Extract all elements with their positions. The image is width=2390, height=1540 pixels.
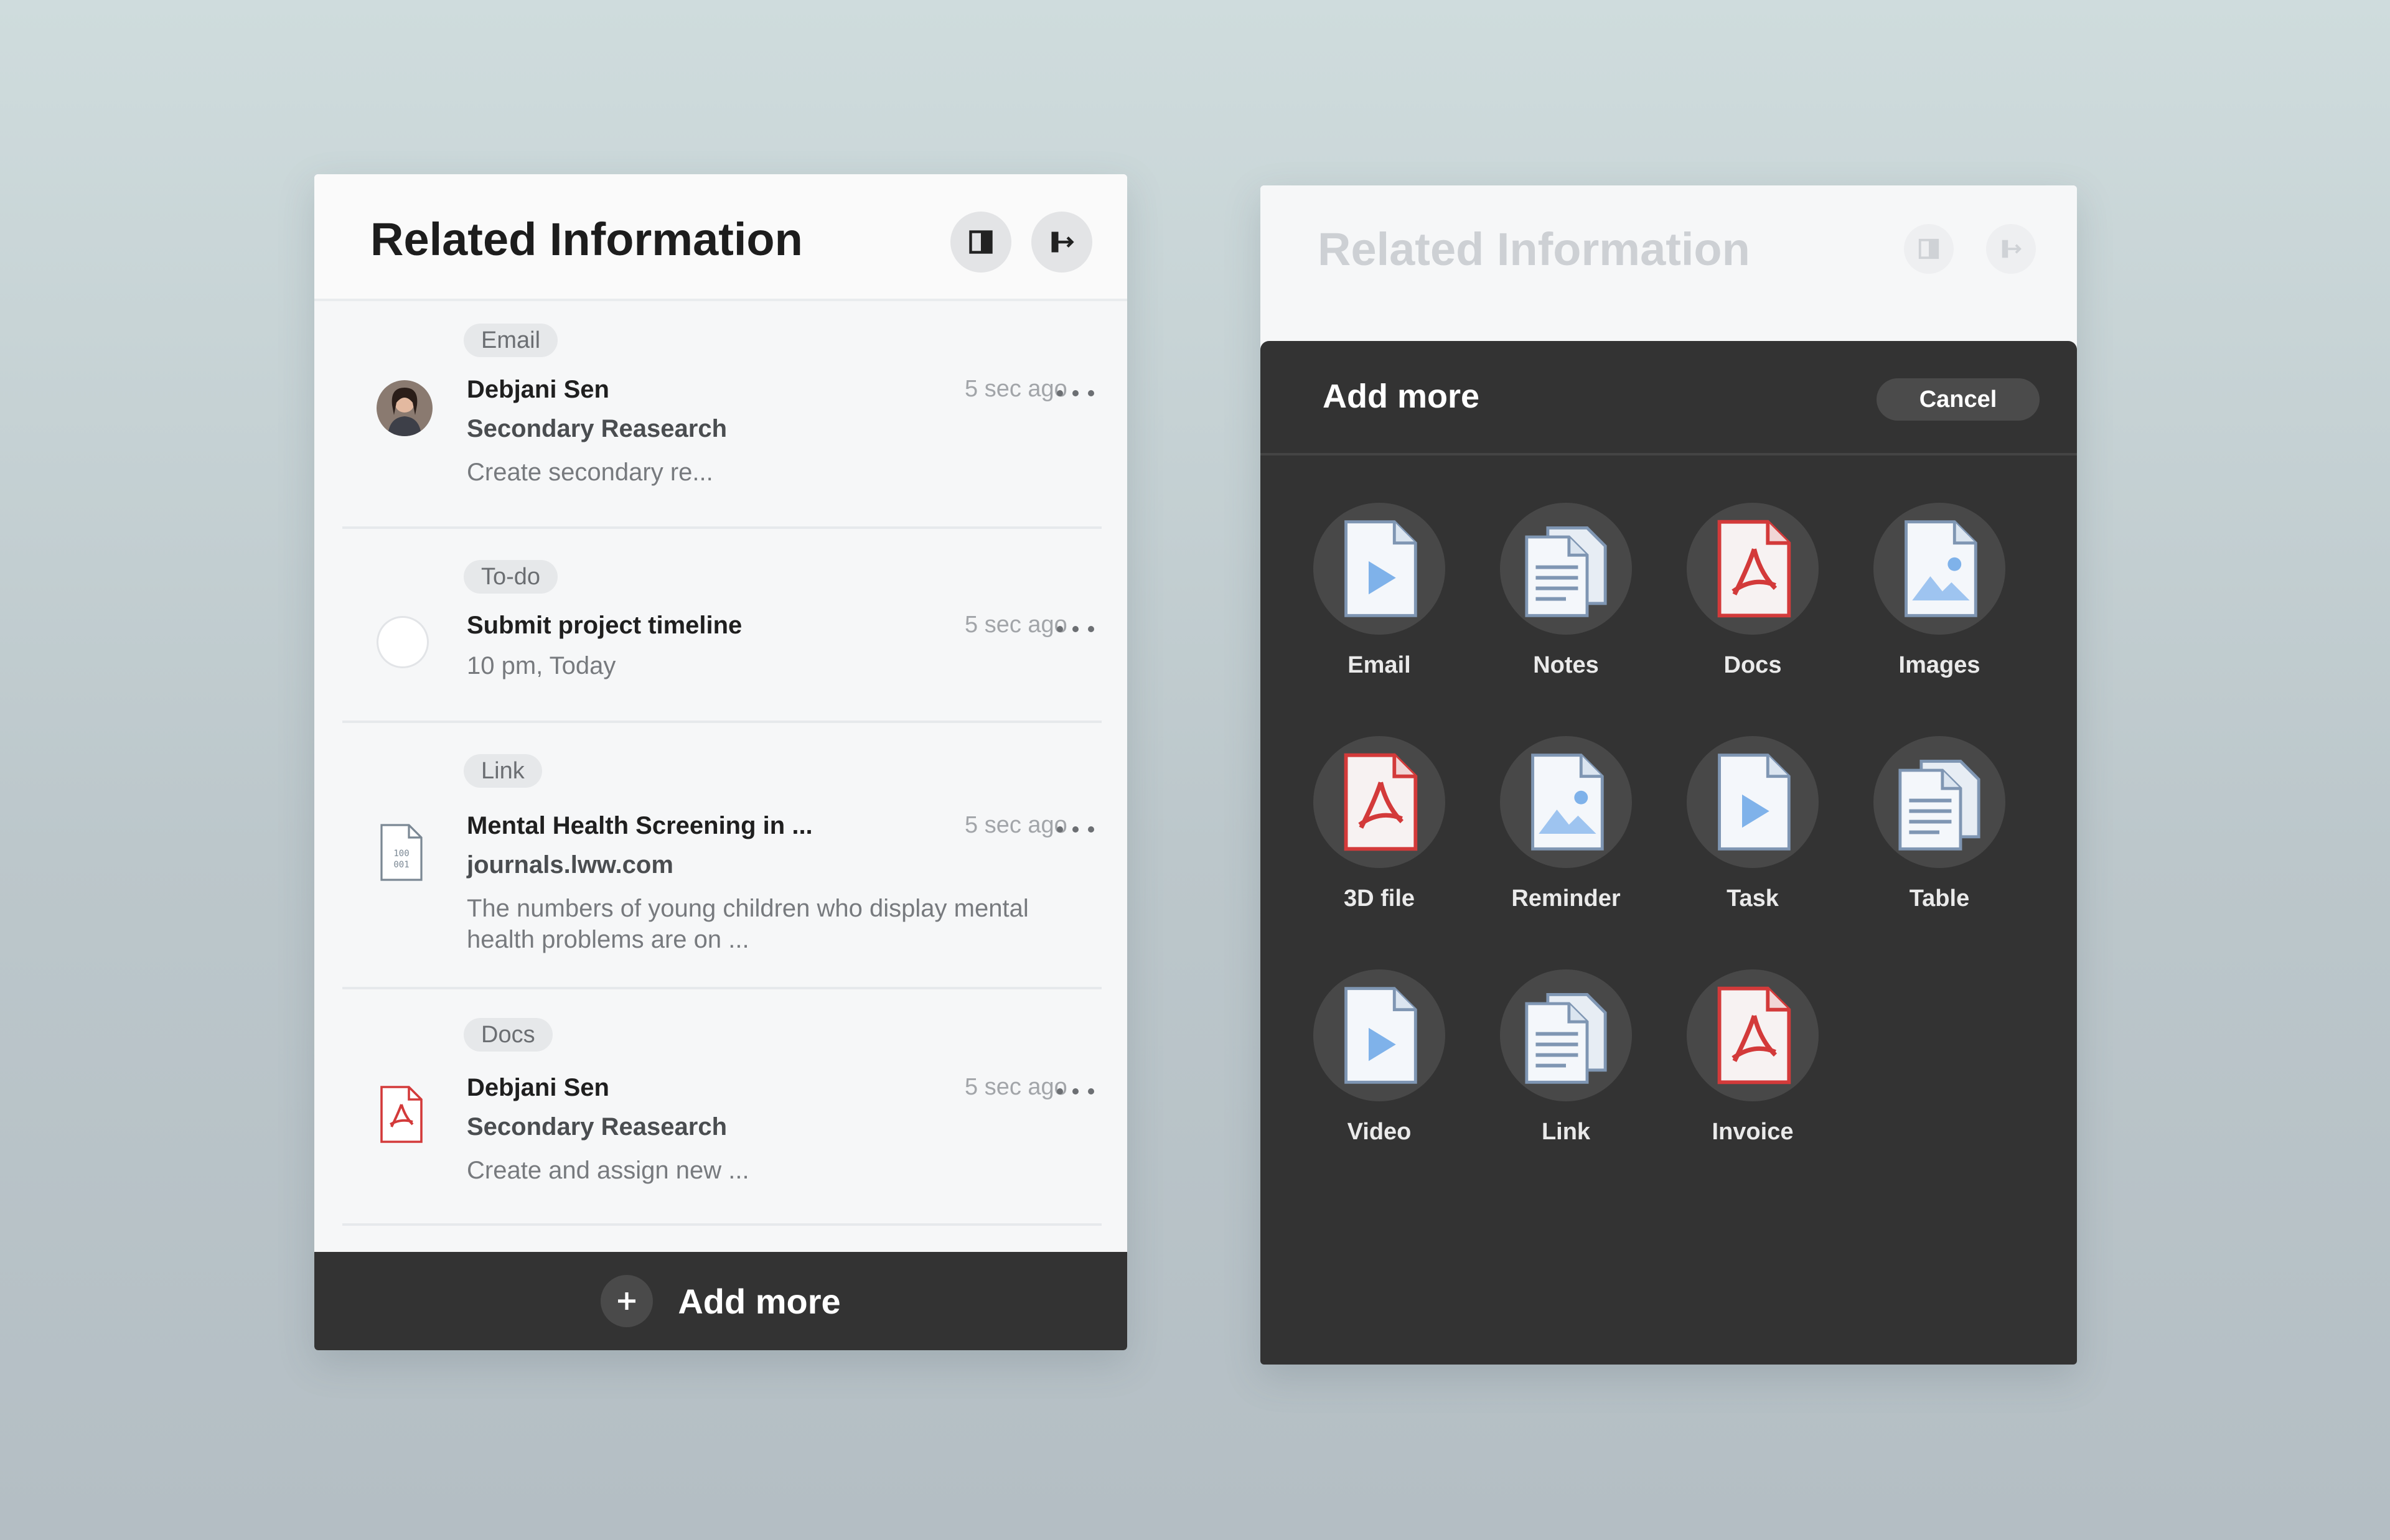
panel-header: Related Information <box>314 174 1127 301</box>
related-information-panel-dimmed: Related Information Add more Cancel Emai… <box>1260 185 2077 1365</box>
sidebar-icon <box>969 230 993 254</box>
more-options-icon[interactable] <box>1057 623 1094 635</box>
type-tag: Link <box>464 754 542 788</box>
item-time: 5 sec ago <box>965 612 1067 638</box>
sidebar-toggle-button <box>1904 224 1954 274</box>
avatar-image <box>377 380 433 436</box>
add-option-notes[interactable]: Notes <box>1447 503 1634 708</box>
item-time: 5 sec ago <box>965 376 1067 402</box>
item-name: Mental Health Screening in ... <box>467 812 813 839</box>
notes-file-icon <box>1873 736 2005 868</box>
add-option-invoice[interactable]: Invoice <box>1634 969 1821 1175</box>
sheet-title: Add more <box>1323 378 1480 415</box>
more-options-icon[interactable] <box>1057 387 1094 399</box>
item-description: Create secondary re... <box>467 459 713 486</box>
add-option-task[interactable]: Task <box>1634 736 1821 941</box>
sidebar-toggle-button[interactable] <box>950 212 1011 273</box>
more-options-icon[interactable] <box>1057 1085 1094 1098</box>
item-name: Debjani Sen <box>467 1074 609 1101</box>
video-file-icon <box>1313 969 1445 1101</box>
item-description: The numbers of young children who displa… <box>467 895 1029 953</box>
notes-file-icon <box>1500 969 1632 1101</box>
item-time: 5 sec ago <box>965 812 1067 838</box>
sheet-header: Add more Cancel <box>1260 341 2077 455</box>
panel-title: Related Information <box>1318 223 1750 275</box>
add-option-reminder[interactable]: Reminder <box>1447 736 1634 941</box>
type-tag: To-do <box>464 560 558 594</box>
related-information-panel: Related Information Email Debjani Sen 5 … <box>314 174 1127 1350</box>
pdf-file-icon <box>1687 969 1819 1101</box>
item-time: 5 sec ago <box>965 1074 1067 1100</box>
item-description: Create and assign new ... <box>467 1157 749 1184</box>
add-option-images[interactable]: Images <box>1821 503 2007 708</box>
pdf-file-icon <box>1687 503 1819 635</box>
item-subtitle: Secondary Reasearch <box>467 415 728 442</box>
svg-text:100: 100 <box>393 849 409 859</box>
svg-text:001: 001 <box>393 860 409 870</box>
list-item[interactable]: Email Debjani Sen 5 sec ago Secondary Re… <box>342 301 1102 529</box>
video-file-icon <box>1687 736 1819 868</box>
image-file-icon <box>1500 736 1632 868</box>
notes-file-icon <box>1500 503 1632 635</box>
item-url: journals.lww.com <box>467 851 673 879</box>
list-item[interactable]: To-do Submit project timeline 5 sec ago … <box>342 529 1102 723</box>
type-tag: Email <box>464 324 558 357</box>
item-name: Submit project timeline <box>467 612 743 639</box>
collapse-panel-button <box>1986 224 2036 274</box>
add-option-video[interactable]: Video <box>1260 969 1447 1175</box>
list-item[interactable]: Docs Debjani Sen 5 sec ago Secondary Rea… <box>342 989 1102 1226</box>
collapse-right-icon <box>1051 231 1074 253</box>
collapse-panel-button[interactable] <box>1031 212 1092 273</box>
add-more-sheet: Add more Cancel Email Notes Docs Images 3D f… <box>1260 341 2077 1365</box>
add-more-label: Add more <box>678 1281 841 1321</box>
more-options-icon[interactable] <box>1057 823 1094 836</box>
add-option-label: Invoice <box>1712 1119 1794 1145</box>
pdf-icon <box>377 1085 426 1147</box>
video-file-icon <box>1313 503 1445 635</box>
pdf-file-icon <box>1313 736 1445 868</box>
add-option-email[interactable]: Email <box>1260 503 1447 708</box>
collapse-right-icon <box>2002 240 2022 258</box>
checkbox-circle[interactable] <box>377 616 429 668</box>
item-name: Debjani Sen <box>467 376 609 403</box>
panel-header: Related Information <box>1260 185 2077 341</box>
avatar <box>377 380 433 439</box>
item-due-time: 10 pm, Today <box>467 652 616 679</box>
add-option-table[interactable]: Table <box>1821 736 2007 941</box>
panel-title: Related Information <box>370 213 803 265</box>
related-items-list: Email Debjani Sen 5 sec ago Secondary Re… <box>342 301 1102 1226</box>
type-tag: Docs <box>464 1018 553 1052</box>
add-more-button[interactable]: Add more <box>314 1252 1127 1350</box>
add-option-label: Table <box>1909 885 1970 912</box>
item-subtitle: Secondary Reasearch <box>467 1113 728 1141</box>
add-option-docs[interactable]: Docs <box>1634 503 1821 708</box>
binary-file-icon: 100 001 <box>377 823 426 885</box>
cancel-button[interactable]: Cancel <box>1877 378 2040 421</box>
list-item[interactable]: Link 100 001 Mental Health Screening in … <box>342 723 1102 989</box>
add-option-3d-file[interactable]: 3D file <box>1260 736 1447 941</box>
sidebar-icon <box>1918 238 1939 259</box>
image-file-icon <box>1873 503 2005 635</box>
add-option-label: Images <box>1898 652 1980 678</box>
plus-icon <box>601 1275 654 1327</box>
add-option-link[interactable]: Link <box>1447 969 1634 1175</box>
